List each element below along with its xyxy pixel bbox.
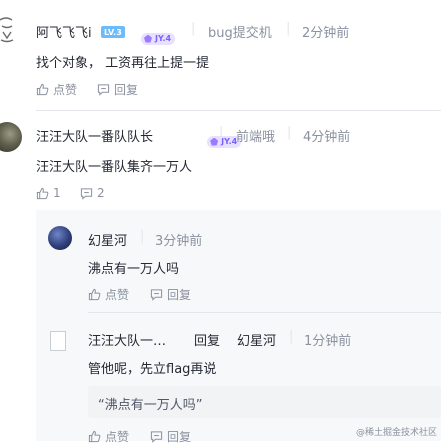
user-avatar-huanxinghe[interactable] — [48, 226, 72, 250]
comment-icon — [80, 187, 93, 200]
comment-divider — [36, 110, 441, 111]
reply-label: 回复 — [167, 288, 192, 302]
comment-author[interactable]: 阿飞飞飞i — [36, 22, 92, 41]
like-label: 点赞 — [105, 430, 130, 444]
thumbs-up-icon — [36, 83, 49, 96]
like-count: 1 — [53, 186, 61, 200]
divider-bar: | — [191, 21, 196, 36]
reply-to-user[interactable]: 幻星河 — [237, 330, 276, 349]
reply-label: 回复 — [114, 83, 139, 97]
like-button[interactable]: 1 — [36, 186, 61, 200]
divider-bar: | — [219, 125, 224, 140]
user-avatar-wangwang[interactable] — [0, 122, 22, 152]
comment-content: 找个对象， 工资再往上提一提 — [36, 56, 210, 71]
comment-icon — [150, 430, 163, 443]
level-badge: LV.3 — [101, 26, 125, 38]
author-position: bug提交机 — [208, 26, 272, 41]
comment-author[interactable]: 汪汪大队一番队队长 — [36, 126, 153, 145]
thumbs-up-icon — [88, 288, 101, 301]
comment-icon — [150, 288, 163, 301]
like-button[interactable]: 点赞 — [36, 81, 77, 98]
reply-divider — [88, 312, 441, 313]
user-avatar-afei[interactable] — [0, 14, 18, 46]
reply-content: 管他呢，先立flag再说 — [88, 362, 217, 377]
comment-icon — [97, 83, 110, 96]
jy-badge: JY.4 — [141, 32, 176, 45]
comment-content: 汪汪大队一番队集齐一万人 — [36, 160, 193, 175]
reply-author[interactable]: 汪汪大队一… — [88, 330, 166, 349]
divider-bar: | — [140, 229, 145, 244]
reply-button[interactable]: 回复 — [150, 286, 191, 303]
reply-label: 回复 — [167, 430, 192, 444]
reply-button[interactable]: 回复 — [97, 81, 138, 98]
comment-time: 2分钟前 — [302, 26, 350, 41]
reply-to-word: 回复 — [194, 334, 221, 349]
divider-bar: | — [286, 21, 291, 36]
like-label: 点赞 — [105, 288, 130, 302]
reply-content: 沸点有一万人吗 — [88, 262, 180, 277]
author-position: 前端哦 — [236, 130, 276, 145]
quoted-reply[interactable]: “沸点有一万人吗” — [88, 386, 441, 418]
comment-time: 4分钟前 — [303, 130, 351, 145]
divider-bar: | — [289, 329, 294, 344]
reply-button[interactable]: 2 — [80, 186, 105, 200]
thumbs-up-icon — [36, 187, 49, 200]
reply-button[interactable]: 回复 — [150, 428, 191, 445]
reply-author[interactable]: 幻星河 — [88, 230, 127, 249]
reply-count: 2 — [97, 186, 105, 200]
user-avatar-broken-image[interactable] — [50, 331, 66, 351]
quote-text: “沸点有一万人吗” — [98, 398, 203, 413]
watermark: @稀土掘金技术社区 — [355, 428, 437, 438]
reply-time: 1分钟前 — [304, 334, 352, 349]
like-button[interactable]: 点赞 — [88, 286, 129, 303]
like-label: 点赞 — [53, 83, 78, 97]
divider-bar: | — [287, 125, 292, 140]
reply-time: 3分钟前 — [155, 234, 203, 249]
thumbs-up-icon — [88, 430, 101, 443]
like-button[interactable]: 点赞 — [88, 428, 129, 445]
